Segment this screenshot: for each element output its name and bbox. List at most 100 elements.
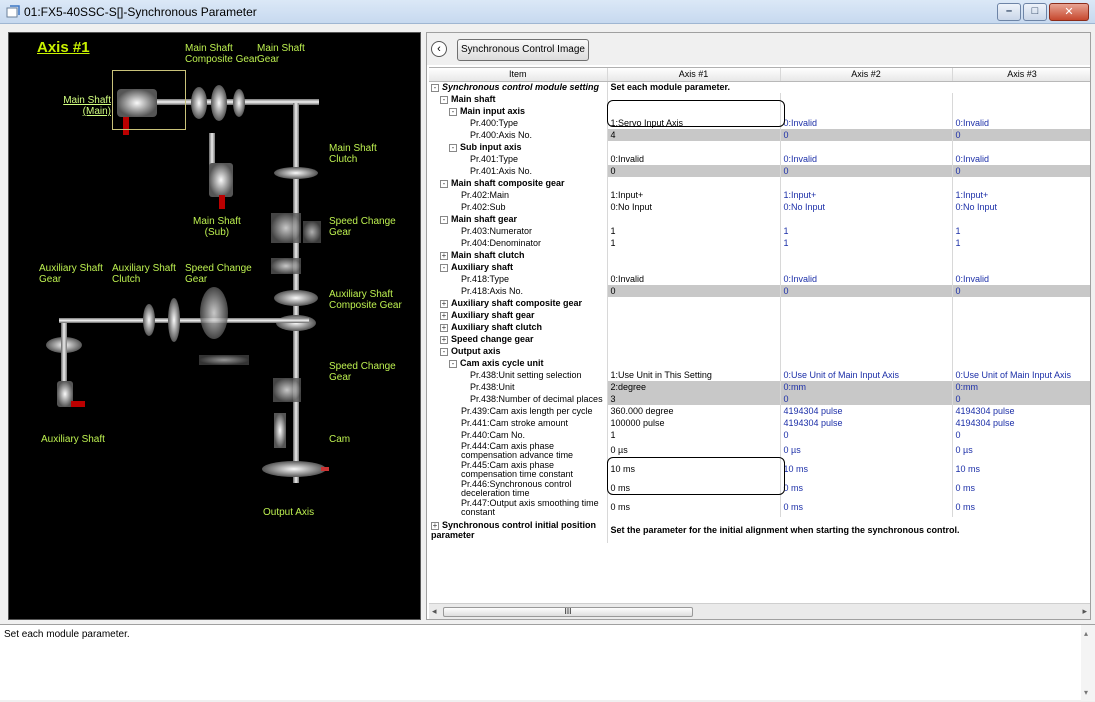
column-header-axis-2[interactable]: Axis #2 <box>780 68 953 82</box>
expand-icon[interactable]: + <box>440 335 448 344</box>
expand-icon[interactable]: + <box>440 323 448 332</box>
value-cell-axis-2[interactable]: 0 ms <box>780 479 953 498</box>
label-auxiliary-shaft[interactable]: Auxiliary Shaft <box>41 434 105 445</box>
value-cell-axis-2[interactable]: 0:Invalid <box>780 117 953 129</box>
label-main-shaft-main[interactable]: Main Shaft (Main) <box>49 95 111 117</box>
value-cell-axis-2[interactable]: 0:Use Unit of Main Input Axis <box>780 369 953 381</box>
scroll-down-icon[interactable]: ▾ <box>1084 688 1088 697</box>
table-row[interactable]: Pr.445:Cam axis phase compensation time … <box>429 460 1090 479</box>
synchronous-control-image-button[interactable]: Synchronous Control Image <box>457 39 589 61</box>
collapse-icon[interactable]: - <box>440 263 448 272</box>
table-row[interactable]: - Main shaft gear <box>429 213 1090 225</box>
value-cell-axis-3[interactable]: 0:mm <box>952 381 1090 393</box>
label-main-shaft-sub[interactable]: Main Shaft (Sub) <box>193 216 241 238</box>
label-output-axis[interactable]: Output Axis <box>263 507 314 518</box>
value-cell-axis-2[interactable]: 0:No Input <box>780 201 953 213</box>
label-main-shaft-gear[interactable]: Main Shaft Gear <box>257 43 305 65</box>
table-row[interactable]: Pr.447:Output axis smoothing time consta… <box>429 498 1090 517</box>
table-row[interactable]: Pr.446:Synchronous control deceleration … <box>429 479 1090 498</box>
close-button[interactable]: ✕ <box>1049 3 1089 21</box>
label-speed-change-gear-2[interactable]: Speed Change Gear <box>185 263 252 285</box>
scrollbar-thumb[interactable]: III <box>443 607 693 617</box>
table-row[interactable]: + Auxiliary shaft clutch <box>429 321 1090 333</box>
value-cell-axis-1[interactable]: 0 <box>607 285 781 297</box>
value-cell-axis-3[interactable]: 1 <box>952 237 1090 249</box>
value-cell-axis-1[interactable]: 10 ms <box>607 460 781 479</box>
value-cell-axis-1[interactable]: 0 ms <box>607 479 781 498</box>
collapse-icon[interactable]: - <box>440 215 448 224</box>
value-cell-axis-1[interactable]: 3 <box>607 393 781 405</box>
collapse-icon[interactable]: - <box>440 95 448 104</box>
column-header-axis-1[interactable]: Axis #1 <box>607 68 781 82</box>
table-row[interactable]: Pr.401:Type 0:Invalid 0:Invalid 0:Invalid <box>429 153 1090 165</box>
value-cell-axis-1[interactable]: 1 <box>607 237 781 249</box>
minimize-button[interactable]: – <box>997 3 1021 21</box>
label-speed-change-gear-3[interactable]: Speed Change Gear <box>329 361 396 383</box>
table-row[interactable]: Pr.438:Unit 2:degree 0:mm 0:mm <box>429 381 1090 393</box>
value-cell-axis-2[interactable]: 0 <box>780 429 953 441</box>
table-row[interactable]: + Auxiliary shaft gear <box>429 309 1090 321</box>
value-cell-axis-2[interactable]: 0 <box>780 165 953 177</box>
value-cell-axis-3[interactable]: 0:No Input <box>952 201 1090 213</box>
value-cell-axis-2[interactable]: 4194304 pulse <box>780 417 953 429</box>
value-cell-axis-3[interactable]: 0:Use Unit of Main Input Axis <box>952 369 1090 381</box>
value-cell-axis-3[interactable]: 10 ms <box>952 460 1090 479</box>
table-row[interactable]: Pr.400:Type 1:Servo Input Axis 0:Invalid 0:… <box>429 117 1090 129</box>
collapse-icon[interactable]: - <box>449 107 457 116</box>
value-cell-axis-3[interactable]: 0 ms <box>952 498 1090 517</box>
table-row[interactable]: Pr.418:Type 0:Invalid 0:Invalid 0:Invalid <box>429 273 1090 285</box>
label-aux-shaft-clutch[interactable]: Auxiliary Shaft Clutch <box>112 263 176 285</box>
table-row[interactable]: - Main input axis <box>429 105 1090 117</box>
table-row[interactable]: Pr.404:Denominator 1 1 1 <box>429 237 1090 249</box>
value-cell-axis-3[interactable]: 0 <box>952 285 1090 297</box>
label-main-shaft-composite-gear[interactable]: Main Shaft Composite Gear <box>185 43 258 65</box>
vertical-scrollbar[interactable]: ▴ ▾ <box>1081 625 1095 701</box>
expand-icon[interactable]: + <box>431 521 439 530</box>
value-cell-axis-3[interactable]: 0 <box>952 393 1090 405</box>
value-cell-axis-2[interactable]: 0 <box>780 393 953 405</box>
value-cell-axis-2[interactable]: 1 <box>780 225 953 237</box>
value-cell-axis-3[interactable]: 0:Invalid <box>952 273 1090 285</box>
collapse-icon[interactable]: - <box>449 359 457 368</box>
label-aux-shaft-gear[interactable]: Auxiliary Shaft Gear <box>39 263 103 285</box>
table-row[interactable]: Pr.403:Numerator 1 1 1 <box>429 225 1090 237</box>
table-row[interactable]: Pr.402:Main 1:Input+ 1:Input+ 1:Input+ <box>429 189 1090 201</box>
table-row[interactable]: Pr.438:Number of decimal places 3 0 0 <box>429 393 1090 405</box>
collapse-icon[interactable]: - <box>440 179 448 188</box>
value-cell-axis-3[interactable]: 0 ms <box>952 479 1090 498</box>
maximize-button[interactable]: □ <box>1023 3 1047 21</box>
table-row[interactable]: - Main shaft composite gear <box>429 177 1090 189</box>
table-row[interactable]: - Output axis <box>429 345 1090 357</box>
value-cell-axis-1[interactable]: 0:No Input <box>607 201 781 213</box>
table-row[interactable]: Pr.401:Axis No. 0 0 0 <box>429 165 1090 177</box>
label-main-shaft-clutch[interactable]: Main Shaft Clutch <box>329 143 377 165</box>
table-row[interactable]: - Main shaft <box>429 93 1090 105</box>
value-cell-axis-2[interactable]: 4194304 pulse <box>780 405 953 417</box>
value-cell-axis-1[interactable]: 0 <box>607 165 781 177</box>
horizontal-scrollbar[interactable]: ◂ III ▸ <box>429 603 1090 619</box>
collapse-icon[interactable]: - <box>431 83 439 92</box>
value-cell-axis-1[interactable]: 0 µs <box>607 441 781 460</box>
value-cell-axis-3[interactable]: 0 <box>952 165 1090 177</box>
value-cell-axis-3[interactable]: 0:Invalid <box>952 117 1090 129</box>
value-cell-axis-3[interactable]: 4194304 pulse <box>952 417 1090 429</box>
value-cell-axis-2[interactable]: 0 ms <box>780 498 953 517</box>
table-row[interactable]: - Sub input axis <box>429 141 1090 153</box>
value-cell-axis-3[interactable]: 0 µs <box>952 441 1090 460</box>
value-cell-axis-3[interactable]: 4194304 pulse <box>952 405 1090 417</box>
value-cell-axis-2[interactable]: 10 ms <box>780 460 953 479</box>
value-cell-axis-3[interactable]: 1:Input+ <box>952 189 1090 201</box>
table-row[interactable]: Pr.418:Axis No. 0 0 0 <box>429 285 1090 297</box>
value-cell-axis-2[interactable]: 0 <box>780 129 953 141</box>
value-cell-axis-1[interactable]: 1:Input+ <box>607 189 781 201</box>
value-cell-axis-2[interactable]: 0:Invalid <box>780 273 953 285</box>
collapse-icon[interactable]: - <box>440 347 448 356</box>
value-cell-axis-1[interactable]: 360.000 degree <box>607 405 781 417</box>
column-header-item[interactable]: Item <box>429 68 608 82</box>
table-row[interactable]: Pr.400:Axis No. 4 0 0 <box>429 129 1090 141</box>
table-row[interactable]: Pr.438:Unit setting selection 1:Use Unit … <box>429 369 1090 381</box>
value-cell-axis-2[interactable]: 0 <box>780 285 953 297</box>
table-row[interactable]: Pr.439:Cam axis length per cycle 360.000 … <box>429 405 1090 417</box>
value-cell-axis-3[interactable]: 0 <box>952 129 1090 141</box>
label-aux-shaft-composite-gear[interactable]: Auxiliary Shaft Composite Gear <box>329 289 402 311</box>
